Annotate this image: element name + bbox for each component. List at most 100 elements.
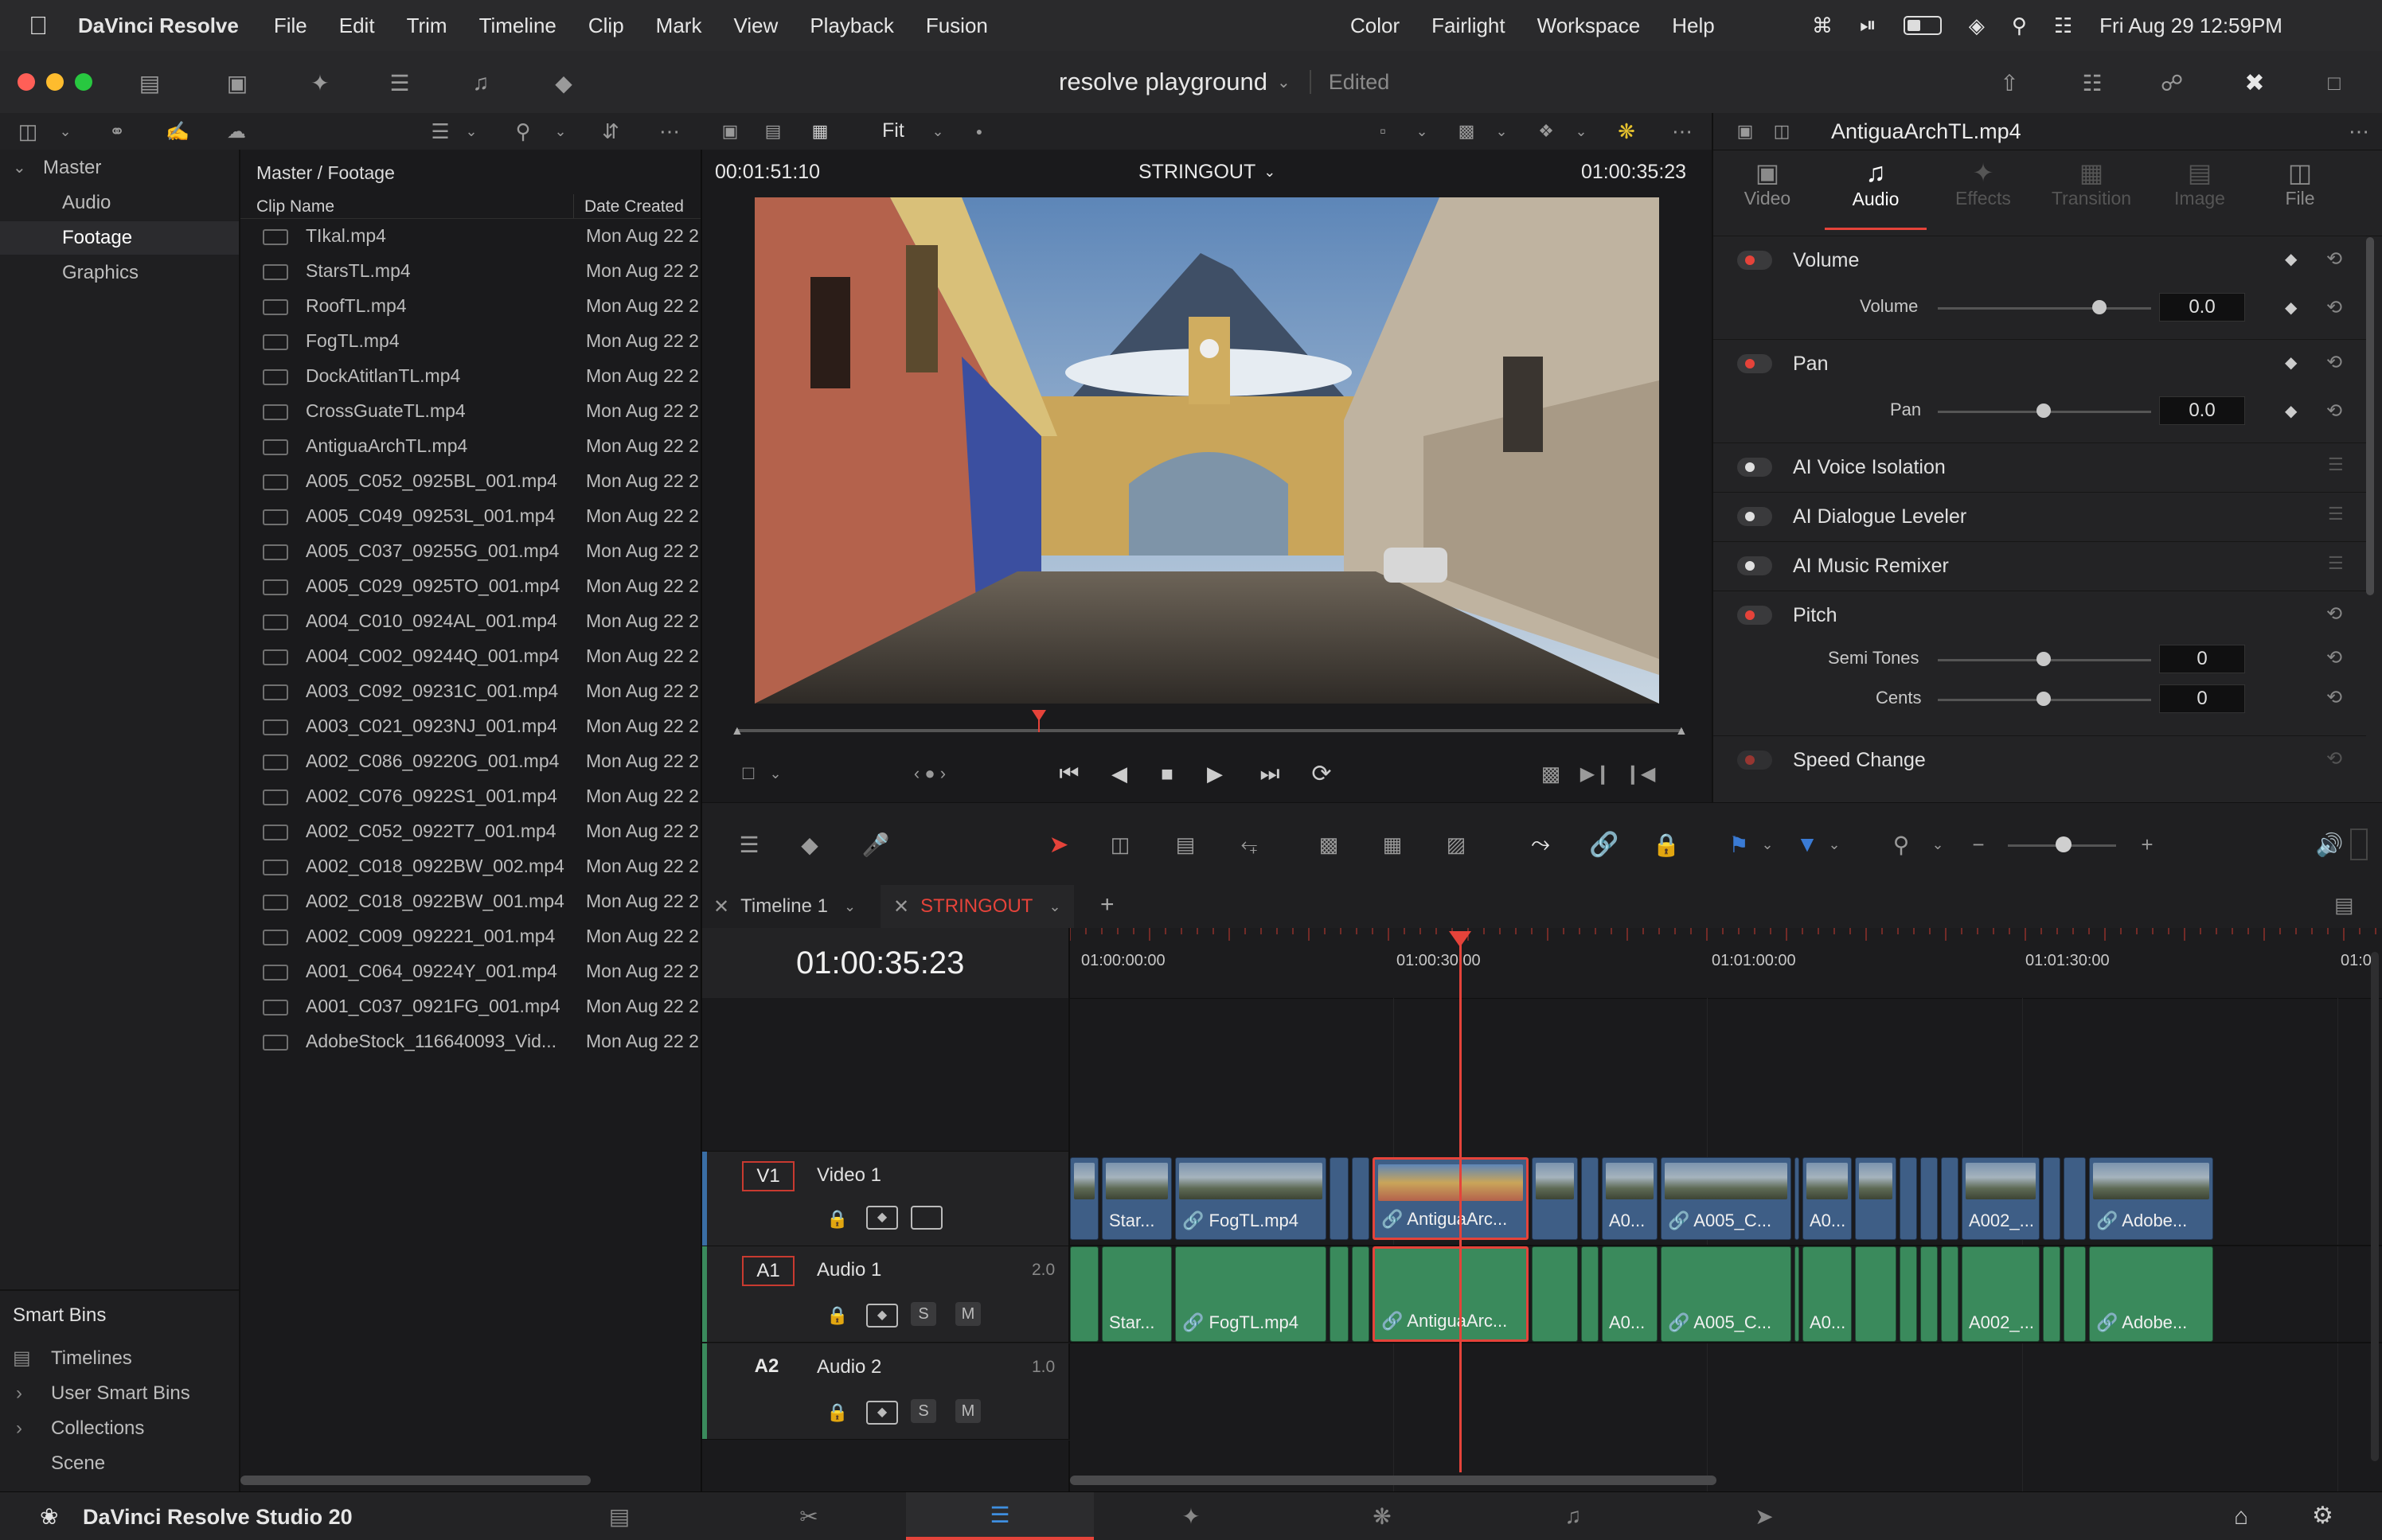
- chevron-right-icon[interactable]: ›: [16, 1377, 22, 1410]
- audio-clip[interactable]: [1070, 1246, 1099, 1342]
- chevron-down-icon[interactable]: ⌄: [844, 899, 856, 915]
- more-options-icon[interactable]: ⋯: [1669, 118, 1696, 145]
- project-title-group[interactable]: resolve playground ⌄ Edited: [1059, 65, 1389, 99]
- smart-bin-user[interactable]: › User Smart Bins: [0, 1377, 239, 1410]
- expand-panel-icon[interactable]: □: [2318, 68, 2350, 97]
- audio-clip[interactable]: [1900, 1246, 1917, 1342]
- position-lock-icon[interactable]: 🔒: [1648, 828, 1685, 860]
- chevron-down-icon[interactable]: ⌄: [462, 118, 481, 145]
- volume-value[interactable]: 0.0: [2159, 293, 2245, 322]
- zoom-slider-knob[interactable]: [2056, 836, 2072, 852]
- audio-clip[interactable]: [1920, 1246, 1938, 1342]
- cents-slider-knob[interactable]: [2036, 692, 2051, 706]
- page-edit[interactable]: ☰: [906, 1492, 1094, 1540]
- zoom-in-icon[interactable]: +: [2135, 828, 2159, 860]
- timeline-panel-icon[interactable]: ▤: [2334, 893, 2354, 918]
- stop-icon[interactable]: ■: [1151, 759, 1183, 788]
- voiceover-mic-icon[interactable]: 🎤: [860, 828, 892, 860]
- inspector-scrollbar[interactable]: [2366, 237, 2374, 595]
- page-media[interactable]: ▤: [525, 1492, 713, 1540]
- col-clip-name[interactable]: Clip Name: [256, 197, 334, 216]
- hq-playback-icon[interactable]: ▩: [1451, 118, 1482, 145]
- chevron-down-icon[interactable]: ⌄: [928, 118, 947, 145]
- reset-icon[interactable]: ⟲: [2326, 296, 2342, 319]
- tab-stringout[interactable]: ✕ STRINGOUT ⌄: [881, 885, 1074, 928]
- film-icon[interactable]: [911, 1206, 943, 1230]
- ai-voice-isolation-toggle[interactable]: [1737, 458, 1772, 477]
- video-clip[interactable]: [1920, 1157, 1938, 1240]
- audio-clip-a005[interactable]: 🔗 A005_C...: [1661, 1246, 1791, 1342]
- menu-view[interactable]: View: [733, 14, 778, 38]
- col-date-created[interactable]: Date Created: [584, 197, 684, 216]
- menu-app-name[interactable]: DaVinci Resolve: [78, 14, 239, 38]
- command-icon[interactable]: ⌘: [1812, 14, 1833, 38]
- audio-clip-stars[interactable]: Star...: [1102, 1246, 1172, 1342]
- clip-row[interactable]: A005_C037_09255G_001.mp4 Mon Aug 22 2: [240, 533, 701, 568]
- zoom-window-button[interactable]: [75, 73, 92, 91]
- gear-icon[interactable]: ⚙: [2312, 1502, 2333, 1530]
- inspector-split-icon[interactable]: ◫: [1769, 118, 1794, 145]
- mark-in-icon[interactable]: ❙◀: [1625, 759, 1656, 788]
- search-icon[interactable]: ⚲: [510, 118, 537, 145]
- volume-slider-track[interactable]: [1938, 307, 2151, 310]
- video-clip-a0[interactable]: A0...: [1602, 1157, 1658, 1240]
- video-clip-a0-b[interactable]: A0...: [1802, 1157, 1852, 1240]
- play-circle-icon[interactable]: ⏯: [1860, 13, 1876, 38]
- settings-icon[interactable]: ☰: [2328, 553, 2344, 574]
- close-window-button[interactable]: [18, 73, 35, 91]
- chevron-down-icon[interactable]: ⌄: [1758, 828, 1777, 860]
- chevron-down-icon[interactable]: ⌄: [1825, 828, 1844, 860]
- zoom-out-icon[interactable]: −: [1966, 828, 1990, 860]
- apple-icon[interactable]: : [29, 11, 48, 41]
- cloud-icon[interactable]: ☁: [223, 118, 250, 145]
- media-storage-icon[interactable]: ▤: [134, 68, 166, 97]
- menu-color[interactable]: Color: [1350, 14, 1400, 38]
- semitones-value[interactable]: 0: [2159, 645, 2245, 673]
- video-clip[interactable]: [1352, 1157, 1369, 1240]
- audio-clip[interactable]: [1532, 1246, 1578, 1342]
- list-view-icon[interactable]: ☰: [427, 118, 454, 145]
- auto-select-icon[interactable]: ◆: [866, 1206, 898, 1230]
- volume-enable-toggle[interactable]: [1737, 251, 1772, 270]
- clip-row[interactable]: A002_C009_092221_001.mp4 Mon Aug 22 2: [240, 918, 701, 953]
- clip-row[interactable]: A002_C076_0922S1_001.mp4 Mon Aug 22 2: [240, 778, 701, 813]
- clip-row[interactable]: DockAtitlanTL.mp4 Mon Aug 22 2: [240, 358, 701, 393]
- jog-control-icon[interactable]: ‹ ● ›: [890, 759, 970, 788]
- trim-tool-icon[interactable]: ◫: [1099, 828, 1142, 860]
- pan-enable-toggle[interactable]: [1737, 354, 1772, 373]
- video-clip[interactable]: [1581, 1157, 1599, 1240]
- track-name-v1[interactable]: Video 1: [817, 1164, 881, 1187]
- snapping-icon[interactable]: ⤳: [1522, 828, 1559, 860]
- pan-value[interactable]: 0.0: [2159, 396, 2245, 425]
- viewer-grid-icon[interactable]: ▦: [804, 118, 836, 145]
- video-clip-stars[interactable]: Star...: [1102, 1157, 1172, 1240]
- clip-row[interactable]: A002_C018_0922BW_001.mp4 Mon Aug 22 2: [240, 883, 701, 918]
- audio-clip[interactable]: [1855, 1246, 1896, 1342]
- menu-file[interactable]: File: [274, 14, 307, 38]
- wifi-icon[interactable]: ◈: [1969, 14, 1985, 38]
- tab-video[interactable]: ▣ Video: [1728, 158, 1807, 228]
- video-frame[interactable]: [755, 197, 1659, 704]
- more-options-icon[interactable]: ⋯: [2345, 118, 2372, 145]
- chevron-down-icon[interactable]: ⌄: [1572, 118, 1591, 145]
- chevron-down-icon[interactable]: ⌄: [1048, 899, 1060, 915]
- clip-row[interactable]: RoofTL.mp4 Mon Aug 22 2: [240, 288, 701, 323]
- page-cut[interactable]: ✂: [715, 1492, 903, 1540]
- go-to-start-icon[interactable]: ⏮: [1051, 759, 1088, 788]
- sound-library-icon[interactable]: ♫: [465, 68, 497, 97]
- clip-row[interactable]: AdobeStock_116640093_Vid... Mon Aug 22 2: [240, 1023, 701, 1059]
- clip-row[interactable]: A004_C010_0924AL_001.mp4 Mon Aug 22 2: [240, 603, 701, 638]
- viewer-single-icon[interactable]: ▣: [717, 118, 744, 145]
- clip-row[interactable]: A003_C021_0923NJ_001.mp4 Mon Aug 22 2: [240, 708, 701, 743]
- chevron-down-icon[interactable]: ⌄: [1277, 72, 1291, 92]
- lock-icon[interactable]: 🔒: [826, 1305, 848, 1326]
- zoom-dropdown[interactable]: Fit: [882, 119, 904, 142]
- tab-audio[interactable]: ♫ Audio: [1825, 158, 1927, 230]
- track-name-a2[interactable]: Audio 2: [817, 1356, 881, 1378]
- menu-timeline[interactable]: Timeline: [479, 14, 556, 38]
- video-clip-fog[interactable]: 🔗 FogTL.mp4: [1175, 1157, 1326, 1240]
- chevron-down-icon[interactable]: ⌄: [1412, 118, 1431, 145]
- bin-master[interactable]: ⌄ Master: [0, 151, 239, 185]
- inspector-icon[interactable]: ✖: [2239, 68, 2271, 97]
- keyframe-icon[interactable]: ◆: [2285, 401, 2297, 421]
